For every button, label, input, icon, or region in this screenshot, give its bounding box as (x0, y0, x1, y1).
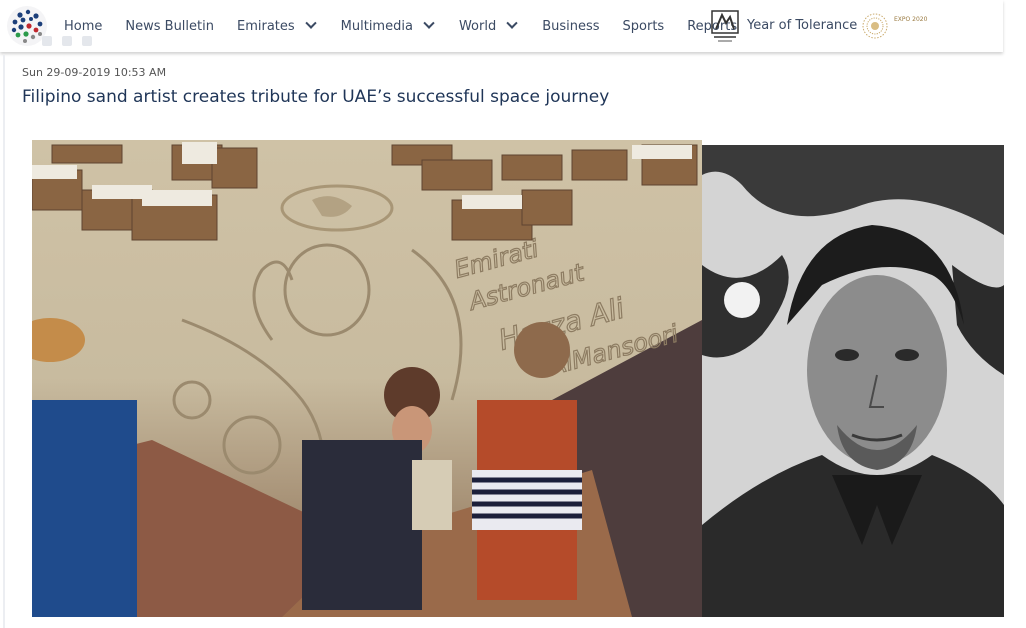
sand-art-illustration: Emirati Astronaut Hazza Ali AlMansoori (32, 142, 702, 617)
nav-item-sports[interactable]: Sports (623, 19, 665, 34)
nav-item-label: Home (64, 18, 103, 34)
top-navigation-bar: Home News Bulletin Emirates Multimedia W… (0, 0, 1003, 52)
sand-art-photo[interactable]: Emirati Astronaut Hazza Ali AlMansoori (32, 140, 702, 617)
artist-portrait-photo[interactable] (702, 145, 1004, 617)
article-date: Sun 29-09-2019 10:53 AM (22, 66, 167, 79)
nav-item-label: Emirates (236, 18, 295, 34)
expo-2020-logo-text: EXPO 2020 (894, 16, 928, 23)
nav-item-home[interactable]: Home (64, 19, 102, 34)
page-left-rule (3, 55, 5, 628)
nav-item-emirates[interactable]: Emirates (236, 17, 317, 34)
nav-item-news-bulletin[interactable]: News Bulletin (125, 19, 214, 34)
nav-item-label: News Bulletin (125, 18, 214, 34)
nav-item-label: Sports (622, 18, 665, 34)
year-of-tolerance-icon[interactable] (710, 9, 740, 45)
main-menu: Home News Bulletin Emirates Multimedia W… (64, 0, 737, 52)
artist-portrait-illustration (702, 145, 1004, 617)
nav-item-label: World (458, 18, 497, 34)
chevron-down-icon (423, 17, 435, 29)
chevron-down-icon (304, 17, 317, 29)
nav-item-label: Business (542, 18, 600, 34)
article-title: Filipino sand artist creates tribute for… (22, 87, 610, 107)
year-of-tolerance-link[interactable]: Year of Tolerance (747, 18, 857, 33)
chevron-down-icon (506, 17, 518, 29)
expo-2020-icon[interactable] (861, 12, 889, 40)
nav-item-multimedia[interactable]: Multimedia (340, 17, 435, 34)
nav-item-business[interactable]: Business (542, 19, 599, 34)
nav-item-world[interactable]: World (458, 17, 518, 34)
nav-item-label: Multimedia (340, 18, 413, 34)
social-icon[interactable] (42, 36, 52, 46)
